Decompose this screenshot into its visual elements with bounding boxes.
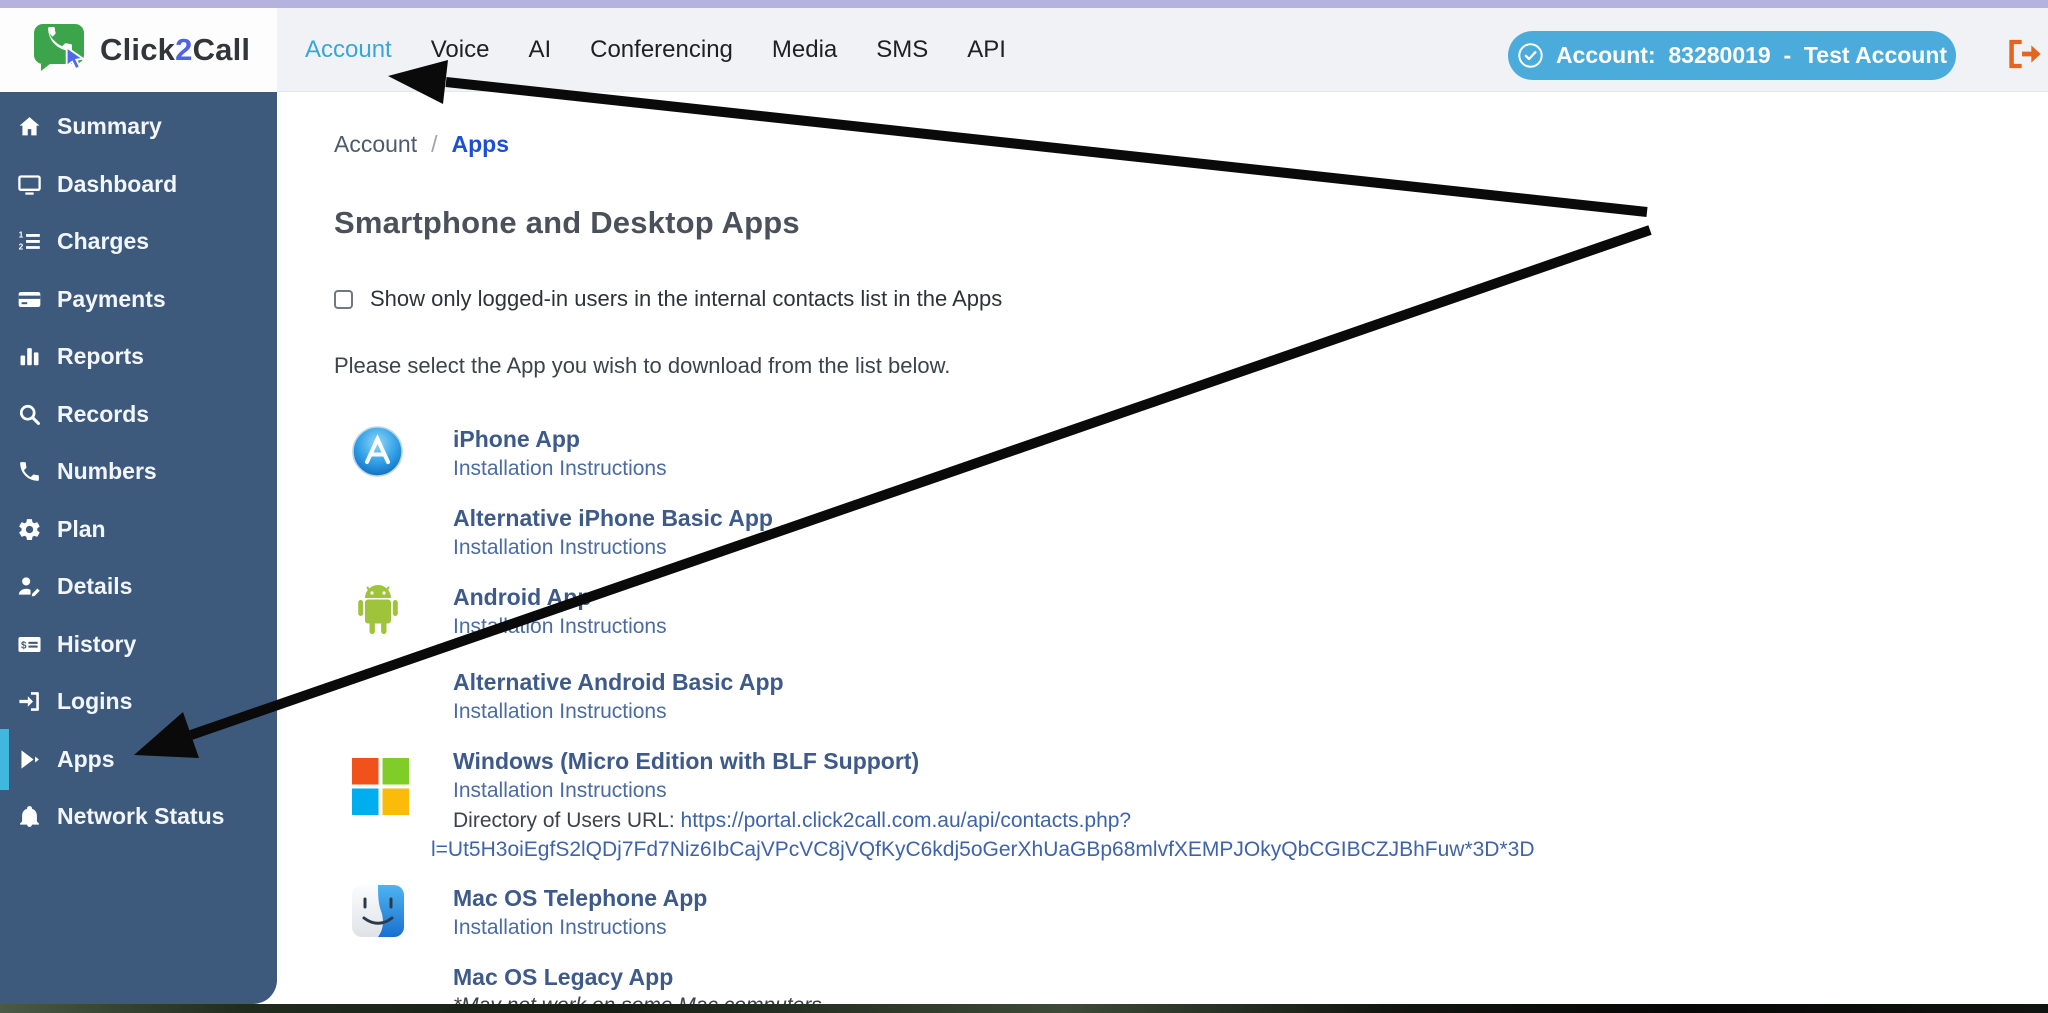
bar-chart-icon bbox=[17, 344, 42, 369]
sidebar-item-network-status[interactable]: Network Status bbox=[0, 788, 277, 846]
intro-text: Please select the App you wish to downlo… bbox=[334, 352, 2048, 380]
nav-ai[interactable]: AI bbox=[528, 36, 551, 64]
breadcrumb-apps[interactable]: Apps bbox=[452, 130, 510, 158]
monitor-icon bbox=[17, 172, 42, 197]
svg-text:2: 2 bbox=[19, 242, 24, 252]
sidebar-item-records[interactable]: Records bbox=[0, 386, 277, 444]
account-badge[interactable]: Account: 83280019 - Test Account bbox=[1508, 31, 1956, 80]
app-link-alt-android[interactable]: Alternative Android Basic App bbox=[453, 667, 784, 697]
directory-url-link[interactable]: https://portal.click2call.com.au/api/con… bbox=[681, 809, 1132, 832]
click2call-logo-icon bbox=[30, 20, 88, 81]
app-link-windows[interactable]: Windows (Micro Edition with BLF Support) bbox=[453, 746, 919, 776]
app-link-iphone[interactable]: iPhone App bbox=[453, 424, 580, 454]
nav-media[interactable]: Media bbox=[772, 36, 837, 64]
install-instructions-link[interactable]: Installation Instructions bbox=[453, 697, 667, 727]
play-store-icon bbox=[17, 747, 42, 772]
sidebar-item-payments[interactable]: Payments bbox=[0, 271, 277, 329]
sidebar-item-history[interactable]: $History bbox=[0, 616, 277, 674]
app-link-mac-telephone[interactable]: Mac OS Telephone App bbox=[453, 883, 707, 913]
breadcrumb-account[interactable]: Account bbox=[334, 130, 417, 158]
brand-name: Click2Call bbox=[100, 32, 250, 68]
sidebar-item-summary[interactable]: Summary bbox=[0, 98, 277, 156]
check-circle-icon bbox=[1517, 42, 1544, 69]
list-item: Alternative iPhone Basic App Installatio… bbox=[334, 503, 2048, 563]
install-instructions-link[interactable]: Installation Instructions bbox=[453, 454, 667, 484]
home-icon bbox=[17, 114, 42, 139]
nav-api[interactable]: API bbox=[967, 36, 1006, 64]
app-link-android[interactable]: Android App bbox=[453, 582, 591, 612]
logout-button[interactable] bbox=[2001, 34, 2041, 74]
page-title: Smartphone and Desktop Apps bbox=[334, 204, 2048, 242]
sidebar-item-charges[interactable]: 12Charges bbox=[0, 213, 277, 271]
list-item: iPhone App Installation Instructions bbox=[334, 424, 2048, 484]
top-header: Click2Call Account Voice AI Conferencing… bbox=[0, 8, 2048, 92]
list-item: Android App Installation Instructions bbox=[334, 582, 2048, 648]
app-list: iPhone App Installation Instructions Alt… bbox=[334, 424, 2048, 1004]
numbered-list-icon: 12 bbox=[17, 229, 42, 254]
app-link-mac-legacy[interactable]: Mac OS Legacy App bbox=[453, 962, 673, 992]
windows-icon bbox=[352, 802, 409, 819]
money-check-icon: $ bbox=[17, 632, 42, 657]
directory-url-line: Directory of Users URL: https://portal.c… bbox=[453, 806, 2048, 836]
android-icon bbox=[352, 630, 404, 647]
sidebar-item-dashboard[interactable]: Dashboard bbox=[0, 156, 277, 214]
breadcrumb-separator: / bbox=[431, 130, 437, 158]
nav-sms[interactable]: SMS bbox=[876, 36, 928, 64]
user-edit-icon bbox=[17, 574, 42, 599]
brand-logo[interactable]: Click2Call bbox=[0, 8, 277, 92]
app-window: Click2Call Account Voice AI Conferencing… bbox=[0, 0, 2048, 1013]
nav-conferencing[interactable]: Conferencing bbox=[590, 36, 733, 64]
sidebar-item-reports[interactable]: Reports bbox=[0, 328, 277, 386]
install-instructions-link[interactable]: Installation Instructions bbox=[453, 612, 667, 642]
list-item: Mac OS Legacy App *May not work on some … bbox=[334, 962, 2048, 1004]
sidebar-item-details[interactable]: Details bbox=[0, 558, 277, 616]
app-link-alt-iphone[interactable]: Alternative iPhone Basic App bbox=[453, 503, 773, 533]
checkbox-label: Show only logged-in users in the interna… bbox=[370, 286, 1002, 312]
main-content: Account / Apps Smartphone and Desktop Ap… bbox=[277, 92, 2048, 1004]
directory-url-line2[interactable]: l=Ut5H3oiEgfS2lQDj7Fd7Niz6IbCajVPcVC8jVQ… bbox=[431, 836, 1535, 864]
search-icon bbox=[17, 402, 42, 427]
gear-icon bbox=[17, 517, 42, 542]
nav-voice[interactable]: Voice bbox=[431, 36, 490, 64]
logout-icon bbox=[2001, 34, 2041, 74]
sidebar-item-plan[interactable]: Plan bbox=[0, 501, 277, 559]
nav-account[interactable]: Account bbox=[305, 36, 392, 64]
svg-text:1: 1 bbox=[19, 230, 24, 240]
bell-icon bbox=[17, 804, 42, 829]
sidebar-item-apps[interactable]: Apps bbox=[0, 731, 277, 789]
mac-legacy-note: *May not work on some Mac computers bbox=[453, 992, 2048, 1004]
install-instructions-link[interactable]: Installation Instructions bbox=[453, 776, 667, 806]
list-item: Alternative Android Basic App Installati… bbox=[334, 667, 2048, 727]
list-item: Mac OS Telephone App Installation Instru… bbox=[334, 883, 2048, 943]
phone-icon bbox=[17, 459, 42, 484]
sidebar-item-logins[interactable]: Logins bbox=[0, 673, 277, 731]
browser-edge-strip bbox=[0, 0, 2048, 8]
appstore-icon bbox=[352, 464, 403, 481]
account-badge-text: Account: 83280019 - Test Account bbox=[1556, 42, 1947, 69]
install-instructions-link[interactable]: Installation Instructions bbox=[453, 913, 667, 943]
breadcrumb: Account / Apps bbox=[334, 130, 2048, 158]
main-nav: Account Voice AI Conferencing Media SMS … bbox=[277, 8, 1006, 92]
sidebar: Summary Dashboard 12Charges Payments Rep… bbox=[0, 92, 277, 1004]
finder-icon bbox=[352, 924, 404, 941]
logged-in-users-checkbox[interactable] bbox=[334, 290, 353, 309]
sign-in-icon bbox=[17, 689, 42, 714]
logged-in-users-checkbox-row: Show only logged-in users in the interna… bbox=[334, 282, 2048, 316]
install-instructions-link[interactable]: Installation Instructions bbox=[453, 533, 667, 563]
list-item: Windows (Micro Edition with BLF Support)… bbox=[334, 746, 2048, 864]
credit-card-icon bbox=[17, 287, 42, 312]
sidebar-item-numbers[interactable]: Numbers bbox=[0, 443, 277, 501]
desktop-edge-strip bbox=[0, 1004, 2048, 1013]
svg-text:$: $ bbox=[21, 640, 27, 651]
